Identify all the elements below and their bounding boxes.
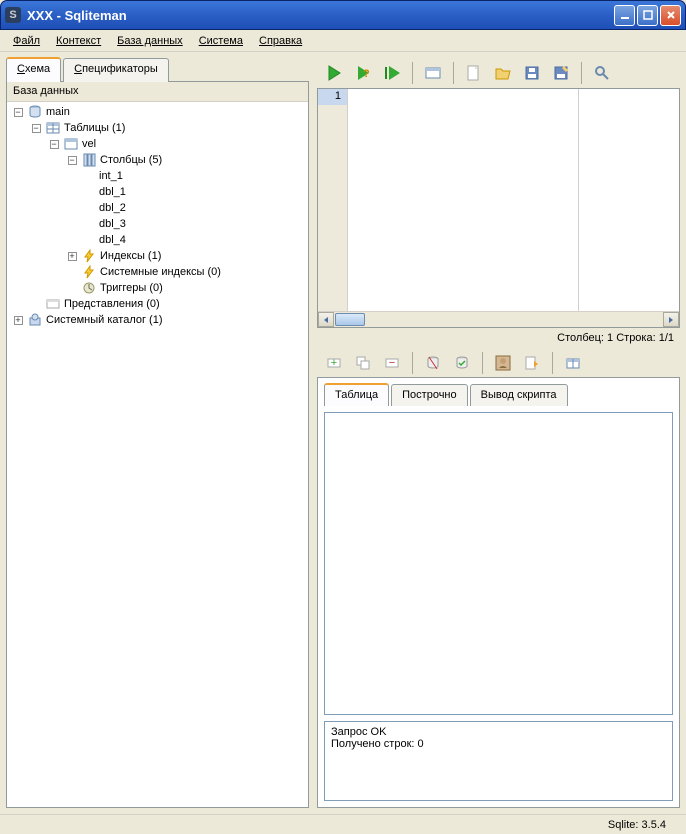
save-file-button[interactable]: [519, 60, 545, 86]
schema-tabs: Схема Спецификаторы: [6, 58, 309, 82]
delete-row-button[interactable]: −: [379, 350, 405, 376]
window-title: XXX - Sqliteman: [27, 8, 614, 23]
expander-icon[interactable]: −: [14, 108, 23, 117]
tree-node-main[interactable]: − main: [9, 104, 306, 120]
expander-icon[interactable]: +: [14, 316, 23, 325]
result-content[interactable]: [324, 412, 673, 715]
expander-icon[interactable]: −: [50, 140, 59, 149]
sql-editor[interactable]: [348, 89, 679, 311]
svg-text:−: −: [389, 357, 395, 369]
add-row-button[interactable]: +: [321, 350, 347, 376]
export-button[interactable]: [519, 350, 545, 376]
run-button[interactable]: [321, 60, 347, 86]
tree-node-sys-indexes[interactable]: Системные индексы (0): [9, 264, 306, 280]
save-as-button[interactable]: [548, 60, 574, 86]
tree-node-columns[interactable]: − Столбцы (5): [9, 152, 306, 168]
tab-table[interactable]: Таблица: [324, 383, 389, 406]
tree-node-views[interactable]: Представления (0): [9, 296, 306, 312]
columns-icon: [81, 152, 97, 168]
menu-database[interactable]: База данных: [110, 33, 190, 49]
tree-node-vel[interactable]: − vel: [9, 136, 306, 152]
sql-toolbar: ?: [317, 58, 680, 88]
tab-row[interactable]: Построчно: [391, 384, 467, 406]
tab-schema[interactable]: Схема: [6, 57, 61, 82]
scroll-right-icon[interactable]: [663, 312, 679, 327]
menu-context[interactable]: Контекст: [49, 33, 108, 49]
result-tabs: Таблица Построчно Вывод скрипта: [324, 384, 673, 406]
lightning-icon: [81, 248, 97, 264]
open-file-button[interactable]: [490, 60, 516, 86]
new-file-button[interactable]: [461, 60, 487, 86]
minimize-button[interactable]: [614, 5, 635, 26]
menu-file[interactable]: Файл: [6, 33, 47, 49]
menu-system[interactable]: Система: [192, 33, 250, 49]
tree-node-column[interactable]: dbl_2: [9, 200, 306, 216]
run-all-button[interactable]: [379, 60, 405, 86]
scroll-left-icon[interactable]: [318, 312, 334, 327]
tree-body[interactable]: − main − Таблицы (1) − vel: [7, 102, 308, 807]
copy-row-button[interactable]: [350, 350, 376, 376]
tree-node-column[interactable]: dbl_4: [9, 232, 306, 248]
tab-pragmas[interactable]: Спецификаторы: [63, 58, 169, 82]
expander-icon[interactable]: −: [32, 124, 41, 133]
log-output[interactable]: Запрос OK Получено строк: 0: [324, 721, 673, 801]
table-icon: [45, 120, 61, 136]
menubar: Файл Контекст База данных Система Справк…: [0, 30, 686, 52]
tree-node-triggers[interactable]: Триггеры (0): [9, 280, 306, 296]
log-line: Получено строк: 0: [331, 738, 666, 750]
expander-icon[interactable]: −: [68, 156, 77, 165]
result-toolbar: + −: [317, 348, 680, 378]
maximize-button[interactable]: [637, 5, 658, 26]
view-icon: [45, 296, 61, 312]
close-button[interactable]: [660, 5, 681, 26]
sql-editor-frame: 1: [317, 88, 680, 328]
tree-node-indexes[interactable]: + Индексы (1): [9, 248, 306, 264]
tab-script[interactable]: Вывод скрипта: [470, 384, 568, 406]
tree-node-column[interactable]: dbl_1: [9, 184, 306, 200]
schema-tree: База данных − main − Таблицы (1): [6, 81, 309, 808]
sql-gutter: 1: [318, 89, 348, 311]
result-frame: Таблица Построчно Вывод скрипта Запрос O…: [317, 377, 680, 808]
database-icon: [27, 104, 43, 120]
log-line: Запрос OK: [331, 726, 666, 738]
blob-preview-button[interactable]: [490, 350, 516, 376]
scroll-thumb[interactable]: [335, 313, 365, 326]
tree-node-tables[interactable]: − Таблицы (1): [9, 120, 306, 136]
menu-help[interactable]: Справка: [252, 33, 309, 49]
right-pane: ? 1: [315, 52, 686, 814]
sqlite-version: Sqlite: 3.5.4: [608, 819, 666, 831]
window-controls: [614, 5, 681, 26]
commit-button[interactable]: [449, 350, 475, 376]
cursor-status: Столбец: 1 Строка: 1/1: [317, 328, 680, 348]
trigger-icon: [81, 280, 97, 296]
app-icon: S: [5, 7, 21, 23]
catalog-icon: [27, 312, 43, 328]
svg-text:?: ?: [363, 68, 370, 80]
left-pane: Схема Спецификаторы База данных − main −…: [0, 52, 315, 814]
horizontal-scrollbar[interactable]: [318, 311, 679, 327]
search-button[interactable]: [589, 60, 615, 86]
table-icon: [63, 136, 79, 152]
tree-node-sys-catalog[interactable]: + Системный каталог (1): [9, 312, 306, 328]
svg-text:+: +: [331, 357, 337, 369]
titlebar: S XXX - Sqliteman: [0, 0, 686, 30]
tree-node-column[interactable]: int_1: [9, 168, 306, 184]
snapshot-button[interactable]: [560, 350, 586, 376]
statusbar: Sqlite: 3.5.4: [0, 814, 686, 834]
create-view-button[interactable]: [420, 60, 446, 86]
line-number: 1: [318, 89, 347, 105]
expander-icon[interactable]: +: [68, 252, 77, 261]
tree-header: База данных: [7, 82, 308, 102]
truncate-button[interactable]: [420, 350, 446, 376]
lightning-icon: [81, 264, 97, 280]
explain-button[interactable]: ?: [350, 60, 376, 86]
tree-node-column[interactable]: dbl_3: [9, 216, 306, 232]
